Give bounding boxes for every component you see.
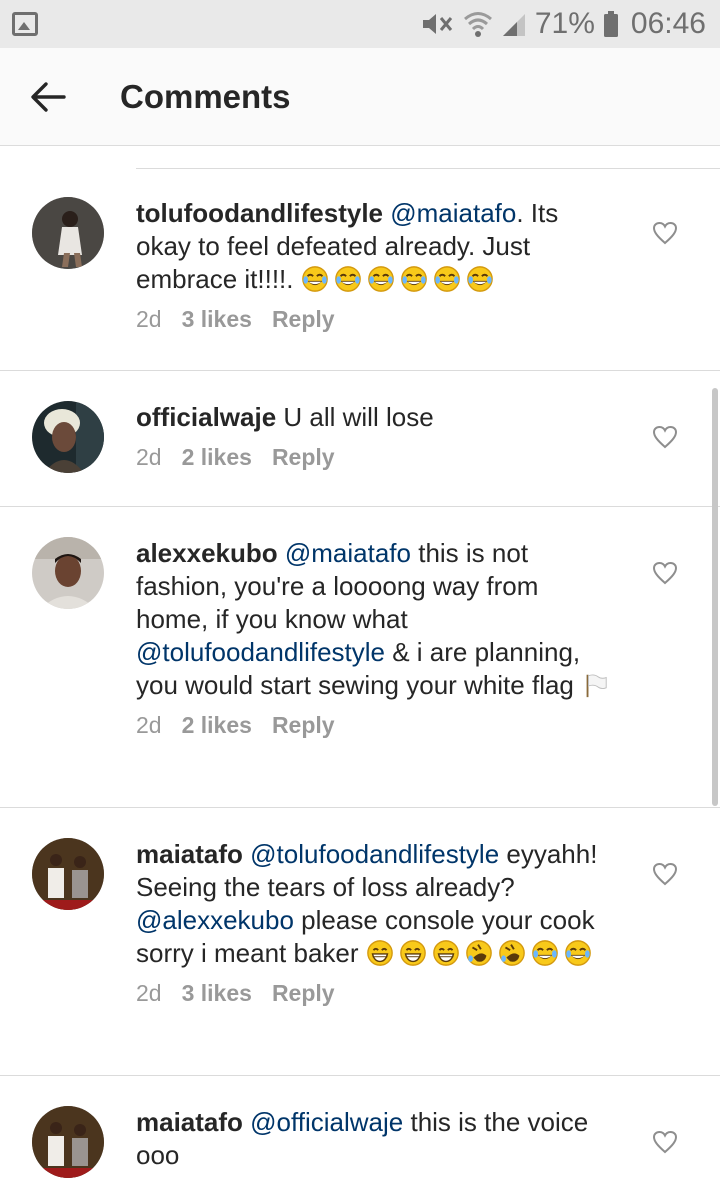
avatar[interactable] (32, 197, 104, 269)
rofl-emoji (465, 938, 498, 968)
grinning-emoji (432, 938, 465, 968)
like-heart-icon[interactable] (652, 1130, 678, 1154)
comment-meta: 2d 3 likes Reply (136, 306, 616, 333)
app-bar: Comments (0, 48, 720, 146)
reply-button[interactable]: Reply (272, 306, 335, 333)
comment-username[interactable]: maiatafo (136, 839, 243, 869)
comment-meta: 2d 3 likes Reply (136, 980, 616, 1007)
tears-of-joy-emoji (531, 938, 564, 968)
white-flag-emoji (581, 670, 614, 700)
reply-button[interactable]: Reply (272, 980, 335, 1007)
mention-link[interactable]: @tolufoodandlifestyle (136, 637, 385, 667)
rofl-emoji (498, 938, 531, 968)
grinning-emoji (399, 938, 432, 968)
comment-username[interactable]: alexxekubo (136, 538, 278, 568)
comment-time: 2d (136, 980, 162, 1006)
comment-text: maiatafo @officialwaje this is the voice… (136, 1106, 616, 1172)
signal-icon (501, 10, 527, 38)
tears-of-joy-emoji (334, 264, 367, 294)
back-button[interactable] (0, 48, 96, 146)
comment-username[interactable]: maiatafo (136, 1107, 243, 1137)
comment-body: U all will lose (283, 402, 434, 432)
grinning-emoji (366, 938, 399, 968)
tears-of-joy-emoji (433, 264, 466, 294)
mention-link[interactable]: @alexxekubo (136, 905, 294, 935)
mute-icon (419, 10, 455, 38)
like-heart-icon[interactable] (652, 862, 678, 886)
avatar[interactable] (32, 1106, 104, 1178)
comment-item: tolufoodandlifestyle @maiatafo. Its okay… (0, 169, 720, 371)
comment-text: tolufoodandlifestyle @maiatafo. Its okay… (136, 197, 616, 296)
comment-username[interactable]: officialwaje (136, 402, 276, 432)
status-bar: 71% 06:46 (0, 0, 720, 48)
comment-time: 2d (136, 712, 162, 738)
mention-link[interactable]: @maiatafo (390, 198, 516, 228)
comment-list: tolufoodandlifestyle @maiatafo. Its okay… (0, 169, 720, 1179)
comment-username[interactable]: tolufoodandlifestyle (136, 198, 383, 228)
comment-meta: 2d 2 likes Reply (136, 444, 616, 471)
battery-percent: 71% (534, 7, 595, 40)
wifi-icon (463, 10, 493, 38)
mention-link[interactable]: @tolufoodandlifestyle (250, 839, 499, 869)
avatar[interactable] (32, 537, 104, 609)
comment-item: maiatafo @tolufoodandlifestyle eyyahh! S… (0, 808, 720, 1076)
tears-of-joy-emoji (564, 938, 597, 968)
page-title: Comments (120, 77, 291, 115)
reply-button[interactable]: Reply (272, 444, 335, 471)
comment-text: alexxekubo @maiatafo this is not fashion… (136, 537, 616, 702)
likes-count[interactable]: 2 likes (182, 444, 252, 471)
comment-item: alexxekubo @maiatafo this is not fashion… (0, 507, 720, 808)
comment-text: officialwaje U all will lose (136, 401, 616, 434)
avatar[interactable] (32, 401, 104, 473)
tears-of-joy-emoji (301, 264, 334, 294)
comment-text: maiatafo @tolufoodandlifestyle eyyahh! S… (136, 838, 616, 970)
arrow-left-icon (31, 81, 66, 112)
comment-time: 2d (136, 444, 162, 470)
reply-button[interactable]: Reply (272, 712, 335, 739)
comment-meta: 2d 2 likes Reply (136, 712, 616, 739)
likes-count[interactable]: 3 likes (182, 306, 252, 333)
tears-of-joy-emoji (466, 264, 499, 294)
like-heart-icon[interactable] (652, 221, 678, 245)
comment-item: officialwaje U all will lose 2d 2 likes … (0, 371, 720, 507)
likes-count[interactable]: 2 likes (182, 712, 252, 739)
tears-of-joy-emoji (367, 264, 400, 294)
mention-link[interactable]: @officialwaje (250, 1107, 403, 1137)
gallery-icon (12, 12, 38, 36)
mention-link[interactable]: @maiatafo (285, 538, 411, 568)
battery-icon (603, 10, 619, 38)
avatar[interactable] (32, 838, 104, 910)
scrollbar[interactable] (712, 388, 718, 806)
tears-of-joy-emoji (400, 264, 433, 294)
like-heart-icon[interactable] (652, 425, 678, 449)
clock: 06:46 (630, 7, 706, 40)
likes-count[interactable]: 3 likes (182, 980, 252, 1007)
comment-time: 2d (136, 306, 162, 332)
comment-item: maiatafo @officialwaje this is the voice… (0, 1076, 720, 1179)
like-heart-icon[interactable] (652, 561, 678, 585)
